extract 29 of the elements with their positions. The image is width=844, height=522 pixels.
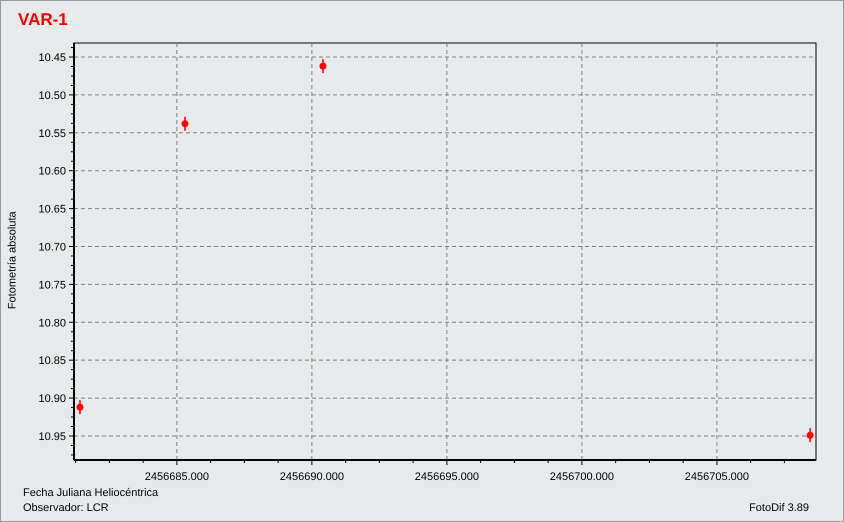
data-point <box>181 116 188 131</box>
data-point <box>319 59 326 74</box>
y-tick-label: 10.60 <box>38 166 66 178</box>
x-axis-label: Fecha Juliana Heliocéntrica <box>23 486 158 501</box>
y-tick-label: 10.65 <box>38 204 66 216</box>
data-point <box>76 400 84 414</box>
data-point <box>806 428 814 442</box>
point <box>76 404 84 411</box>
y-tick-label: 10.85 <box>38 355 66 368</box>
x-tick-label: 2456705.000 <box>684 471 750 483</box>
x-tick-label: 2456695.000 <box>414 471 479 483</box>
x-tick-label: 2456700.000 <box>550 471 614 483</box>
point <box>319 62 326 70</box>
x-tick-label: 2456685.000 <box>144 471 209 483</box>
observer-label: Observador: LCR <box>23 501 109 516</box>
point <box>806 432 814 439</box>
y-axis-label: Fotometría absoluta <box>5 211 20 309</box>
y-tick-label: 10.90 <box>38 393 66 406</box>
chart-title: VAR-1 <box>18 10 68 29</box>
y-tick-label: 10.45 <box>38 52 66 64</box>
version-label: FotoDif 3.89 <box>749 501 809 516</box>
y-tick-label: 10.55 <box>38 128 66 140</box>
x-tick-label: 2456690.000 <box>280 471 344 483</box>
y-tick-label: 10.50 <box>38 90 66 102</box>
y-tick-label: 10.95 <box>38 430 66 443</box>
point <box>181 120 188 128</box>
y-tick-label: 10.80 <box>38 317 66 330</box>
y-tick-label: 10.75 <box>38 279 66 292</box>
y-tick-label: 10.70 <box>38 242 66 254</box>
